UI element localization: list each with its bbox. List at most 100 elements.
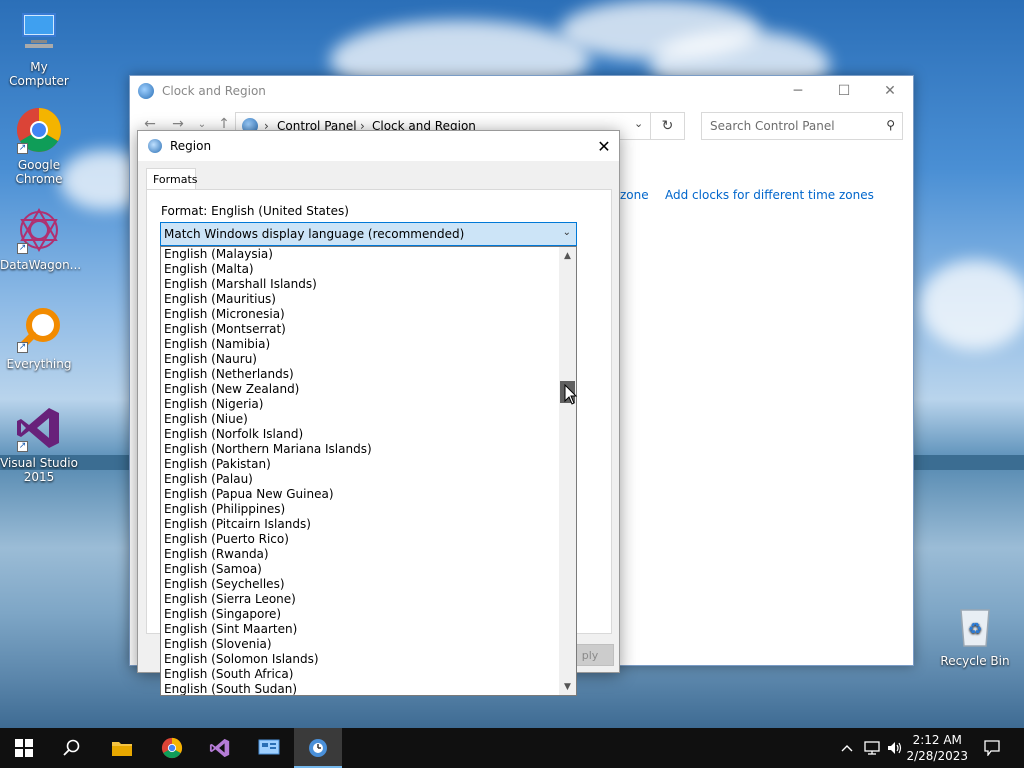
desktop-icon-visual-studio[interactable]: ↗ Visual Studio 2015 [0,404,78,484]
system-clock[interactable]: 2:12 AM 2/28/2023 [906,732,968,764]
chevron-down-icon: ⌄ [562,227,571,238]
format-option[interactable]: English (New Zealand) [161,382,559,397]
desktop-icon-datawagon[interactable]: ↗ DataWagon... [0,206,82,272]
window-title: Clock and Region [162,84,266,98]
format-option[interactable]: English (Solomon Islands) [161,652,559,667]
start-button[interactable] [0,728,48,768]
search-button[interactable] [48,728,96,768]
region-icon [148,139,162,153]
desktop-icon-label: Google Chrome [15,158,63,186]
control-panel-icon [258,739,280,755]
format-label: Format: English (United States) [161,204,349,218]
scroll-down-arrow-icon[interactable]: ▼ [559,678,576,695]
format-option[interactable]: English (Sint Maarten) [161,622,559,637]
close-button[interactable]: ✕ [589,131,619,161]
search-placeholder: Search Control Panel [710,119,835,133]
folder-icon [112,742,132,756]
control-panel-titlebar[interactable]: Clock and Region ─ ☐ ✕ [130,76,913,106]
format-option[interactable]: English (Pakistan) [161,457,559,472]
format-option[interactable]: English (Norfolk Island) [161,427,559,442]
refresh-button[interactable]: ↻ [651,112,685,140]
format-option[interactable]: English (Nauru) [161,352,559,367]
options-list: English (Malaysia) English (Malta) English… [161,247,559,695]
search-icon [63,739,80,756]
format-option[interactable]: English (Micronesia) [161,307,559,322]
desktop-icon-recycle-bin[interactable]: ♻ Recycle Bin [936,602,1014,668]
format-option[interactable]: English (Northern Mariana Islands) [161,442,559,457]
close-button[interactable]: ✕ [867,76,913,106]
chrome-icon [161,737,183,759]
format-option[interactable]: English (Sierra Leone) [161,592,559,607]
format-option[interactable]: English (Nigeria) [161,397,559,412]
format-option[interactable]: English (South Africa) [161,667,559,682]
desktop-icon-label: Everything [6,357,72,371]
region-icon [309,739,327,757]
address-dropdown-chevron-icon[interactable]: ⌄ [634,117,643,130]
network-icon[interactable] [862,728,882,768]
search-icon: ⚲ [886,118,895,132]
datawagon-icon: ↗ [15,206,63,254]
desktop-icon-my-computer[interactable]: My Computer [0,8,78,88]
minimize-button[interactable]: ─ [775,76,821,106]
taskbar-control-panel[interactable] [245,728,293,768]
scroll-up-arrow-icon[interactable]: ▲ [559,247,576,264]
format-option[interactable]: English (Namibia) [161,337,559,352]
search-input[interactable]: Search Control Panel ⚲ [701,112,903,140]
format-option[interactable]: English (Niue) [161,412,559,427]
windows-logo-icon [15,739,33,757]
computer-icon [15,8,63,56]
taskbar: 2:12 AM 2/28/2023 [0,728,1024,768]
format-option[interactable]: English (Netherlands) [161,367,559,382]
format-option[interactable]: English (Montserrat) [161,322,559,337]
action-center-icon[interactable] [980,728,1004,768]
format-option[interactable]: English (Palau) [161,472,559,487]
format-option[interactable]: English (Samoa) [161,562,559,577]
format-option[interactable]: English (Malta) [161,262,559,277]
recycle-bin-icon: ♻ [951,602,999,650]
visual-studio-icon: ↗ [15,404,63,452]
taskbar-visual-studio[interactable] [196,728,244,768]
link-add-clocks[interactable]: Add clocks for different time zones [665,188,874,202]
desktop-icon-label: Recycle Bin [940,654,1010,668]
region-dialog-titlebar[interactable]: Region ✕ [138,131,619,161]
desktop-icon-label: DataWagon... [0,258,82,272]
taskbar-file-explorer[interactable] [98,728,146,768]
vertical-scrollbar[interactable]: ▲ ▼ [559,247,576,695]
desktop-icon-everything[interactable]: ↗ Everything [0,305,78,371]
mouse-pointer-icon [564,384,578,405]
desktop-icon-label: Visual Studio 2015 [0,456,78,484]
chrome-icon: ↗ [15,106,63,154]
format-option[interactable]: English (Singapore) [161,607,559,622]
recent-locations-chevron-icon[interactable]: ⌄ [192,119,212,130]
refresh-icon: ↻ [661,118,674,134]
tab-formats[interactable]: Formats [146,168,198,190]
desktop-icon-google-chrome[interactable]: ↗ Google Chrome [0,106,78,186]
format-option[interactable]: English (Philippines) [161,502,559,517]
control-panel-icon [138,83,154,99]
clock-date: 2/28/2023 [906,749,968,763]
maximize-button[interactable]: ☐ [821,76,867,106]
dialog-title: Region [170,139,212,153]
format-option[interactable]: English (Papua New Guinea) [161,487,559,502]
format-option[interactable]: English (Seychelles) [161,577,559,592]
format-option[interactable]: English (Malaysia) [161,247,559,262]
show-hidden-icons-chevron-icon[interactable] [838,728,856,768]
taskbar-chrome[interactable] [148,728,196,768]
link-time-zone-partial[interactable]: zone [620,188,649,202]
desktop-icon-label: My Computer [9,60,69,88]
clock-time: 2:12 AM [912,733,962,747]
format-option[interactable]: English (Marshall Islands) [161,277,559,292]
volume-icon[interactable] [885,728,905,768]
format-option[interactable]: English (South Sudan) [161,682,559,695]
format-option[interactable]: English (Rwanda) [161,547,559,562]
format-option[interactable]: English (Mauritius) [161,292,559,307]
format-option[interactable]: English (Slovenia) [161,637,559,652]
taskbar-region[interactable] [294,728,342,768]
format-option[interactable]: English (Puerto Rico) [161,532,559,547]
format-dropdown[interactable]: Match Windows display language (recommen… [160,222,577,246]
format-option[interactable]: English (Pitcairn Islands) [161,517,559,532]
format-dropdown-selected: Match Windows display language (recommen… [164,227,465,241]
format-options-list[interactable]: English (Malaysia) English (Malta) English… [160,246,577,696]
visual-studio-icon [209,738,230,758]
magnifier-icon: ↗ [15,305,63,353]
